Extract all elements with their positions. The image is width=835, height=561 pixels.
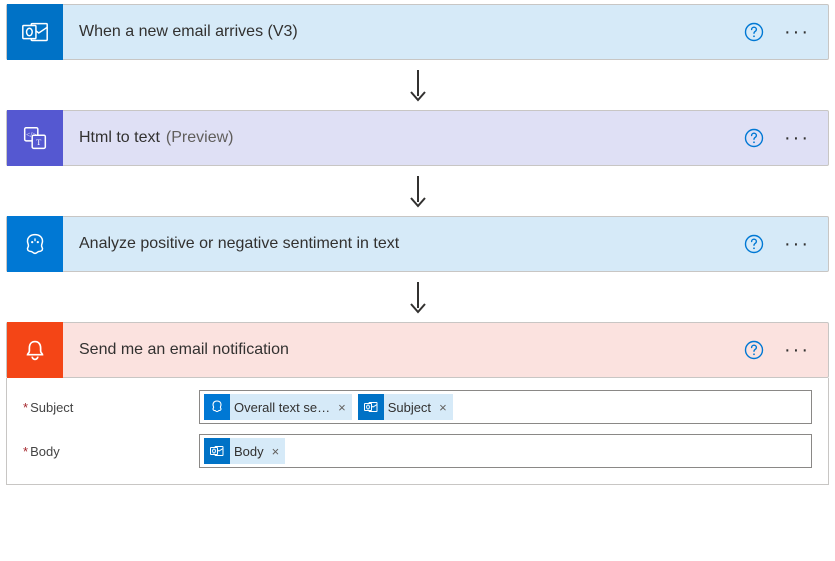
html-to-text-icon: </>T: [7, 110, 63, 166]
token-label: Overall text se…: [230, 400, 336, 415]
step-title: Html to text: [79, 129, 160, 147]
body-input[interactable]: Body ×: [199, 434, 812, 468]
outlook-icon: [7, 4, 63, 60]
help-icon[interactable]: [744, 234, 764, 254]
arrow-connector: [6, 166, 829, 216]
close-icon[interactable]: ×: [336, 400, 352, 415]
more-icon[interactable]: ···: [784, 340, 810, 360]
subject-input[interactable]: Overall text se… × Subject ×: [199, 390, 812, 424]
step-send-notification[interactable]: Send me an email notification ···: [6, 322, 829, 378]
help-icon[interactable]: [744, 22, 764, 42]
token-label: Body: [230, 444, 270, 459]
cognitive-icon: [7, 216, 63, 272]
required-mark: *: [23, 444, 28, 459]
subject-label: *Subject: [23, 400, 199, 415]
arrow-connector: [6, 60, 829, 110]
step-analyze-sentiment[interactable]: Analyze positive or negative sentiment i…: [6, 216, 829, 272]
subject-label-text: Subject: [30, 400, 73, 415]
outlook-icon: [358, 394, 384, 420]
close-icon[interactable]: ×: [437, 400, 453, 415]
token-label: Subject: [384, 400, 437, 415]
token-sentiment[interactable]: Overall text se… ×: [204, 394, 352, 420]
step-html-to-text[interactable]: </>T Html to text (Preview) ···: [6, 110, 829, 166]
bell-icon: [7, 322, 63, 378]
step-title: When a new email arrives (V3): [79, 23, 298, 41]
preview-tag: (Preview): [166, 129, 234, 147]
help-icon[interactable]: [744, 340, 764, 360]
required-mark: *: [23, 400, 28, 415]
svg-text:T: T: [36, 137, 41, 147]
step-details-panel: *Subject Overall text se… × Subject ×: [6, 378, 829, 485]
body-label: *Body: [23, 444, 199, 459]
step-title: Send me an email notification: [79, 341, 289, 359]
more-icon[interactable]: ···: [784, 128, 810, 148]
help-icon[interactable]: [744, 128, 764, 148]
cognitive-icon: [204, 394, 230, 420]
token-body[interactable]: Body ×: [204, 438, 285, 464]
more-icon[interactable]: ···: [784, 234, 810, 254]
body-label-text: Body: [30, 444, 60, 459]
token-subject[interactable]: Subject ×: [358, 394, 453, 420]
more-icon[interactable]: ···: [784, 22, 810, 42]
outlook-icon: [204, 438, 230, 464]
close-icon[interactable]: ×: [270, 444, 286, 459]
step-trigger-email[interactable]: When a new email arrives (V3) ···: [6, 4, 829, 60]
step-title: Analyze positive or negative sentiment i…: [79, 235, 399, 253]
arrow-connector: [6, 272, 829, 322]
